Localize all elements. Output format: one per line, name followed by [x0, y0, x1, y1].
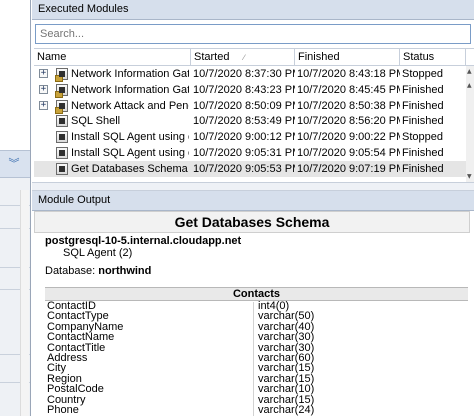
schema-field-row: City varchar(15) — [45, 363, 468, 374]
column-header-label: Status — [403, 51, 435, 63]
scroll-down-icon[interactable]: ▼ — [467, 173, 472, 180]
module-name: Network Attack and Pene... — [71, 99, 189, 112]
database-label: Database: — [45, 265, 96, 277]
module-status: Finished — [402, 99, 444, 112]
module-started: 10/7/2020 8:37:30 PM — [193, 68, 295, 80]
module-started: 10/7/2020 8:50:09 PM — [193, 99, 295, 112]
left-pane-scrollbar[interactable] — [20, 190, 29, 416]
module-started: 10/7/2020 8:43:23 PM — [193, 83, 295, 96]
field-name: PostalCode — [47, 383, 104, 396]
scroll-up-icon[interactable]: ▲ — [467, 68, 472, 75]
module-group-icon — [55, 99, 68, 114]
column-header-name[interactable]: Name — [34, 49, 191, 66]
sort-ascending-icon: ∕ — [243, 53, 245, 62]
module-finished: 10/7/2020 9:05:54 PM — [297, 146, 400, 159]
module-started: 10/7/2020 9:05:31 PM — [193, 146, 295, 159]
field-name: Phone — [47, 403, 79, 416]
module-finished: 10/7/2020 9:00:22 PM — [297, 131, 400, 144]
module-row[interactable]: SQL Shell 10/7/2020 8:53:49 PM 10/7/2020 8… — [34, 113, 474, 129]
agent-name: SQL Agent (2) — [63, 247, 133, 259]
field-type: varchar(10) — [258, 383, 315, 396]
schema-table: Contacts ContactID int4(0) ContactType varc… — [45, 287, 468, 416]
column-header-label: Finished — [298, 51, 340, 63]
executed-modules-title: Executed Modules — [38, 3, 129, 15]
left-pane-content — [0, 0, 30, 150]
module-finished: 10/7/2020 8:43:18 PM — [297, 68, 400, 80]
module-status: Finished — [402, 146, 444, 159]
module-output-panel: Get Databases Schema postgresql-10-5.int… — [32, 211, 474, 416]
schema-field-row: ContactName varchar(30) — [45, 331, 468, 342]
left-pane: ︾ — [0, 0, 31, 416]
host-name: postgresql-10-5.internal.cloudapp.net — [45, 235, 242, 247]
plus-expander-icon[interactable]: + — [39, 69, 48, 78]
column-header-status[interactable]: Status — [400, 49, 466, 66]
search-input[interactable] — [35, 24, 471, 44]
double-chevron-down-icon[interactable]: ︾ — [6, 157, 22, 171]
modules-grid: Name Started ∕ Finished Status + Network I… — [34, 48, 474, 182]
schema-field-row: PostalCode varchar(10) — [45, 383, 468, 396]
module-finished: 10/7/2020 8:56:20 PM — [297, 115, 400, 128]
report-title: Get Databases Schema — [34, 211, 470, 233]
module-icon — [56, 162, 68, 175]
module-icon — [56, 115, 68, 128]
plus-expander-icon[interactable]: + — [39, 100, 48, 110]
main-area: Executed Modules Name Started ∕ Finished … — [32, 0, 474, 416]
module-started: 10/7/2020 8:53:49 PM — [193, 115, 295, 128]
module-icon — [56, 146, 68, 159]
grid-header: Name Started ∕ Finished Status — [34, 49, 474, 66]
pane-splitter[interactable] — [32, 182, 474, 191]
module-group-icon — [55, 68, 68, 82]
module-row[interactable]: + Network Information Gat... 10/7/2020 8:4… — [34, 82, 474, 98]
field-type: varchar(24) — [258, 403, 315, 416]
scroll-up-icon[interactable]: ▲ — [467, 82, 472, 89]
module-finished: 10/7/2020 8:45:45 PM — [297, 83, 400, 96]
schema-field-row: Country varchar(15) — [45, 394, 468, 405]
module-row[interactable]: + Network Attack and Pene... 10/7/2020 8:5… — [34, 98, 474, 114]
module-icon — [56, 131, 68, 144]
module-status: Stopped — [402, 131, 443, 144]
module-name: SQL Shell — [71, 115, 121, 128]
database-name: northwind — [98, 265, 152, 277]
schema-field-row: ContactTitle varchar(30) — [45, 342, 468, 353]
module-status: Stopped — [402, 68, 443, 80]
schema-table-rows: ContactID int4(0) ContactType varchar(50) Co… — [45, 300, 468, 416]
grid-body: + Network Information Gat... 10/7/2020 8:3… — [34, 66, 474, 177]
schema-field-row: Region varchar(15) — [45, 373, 468, 384]
schema-field-row: Phone varchar(24) — [45, 403, 468, 416]
executed-modules-header: Executed Modules — [32, 0, 474, 20]
module-output-header: Module Output — [32, 191, 474, 211]
module-name: Install SQL Agent using cr... — [71, 146, 189, 159]
search-bar — [32, 20, 474, 48]
module-output-title: Module Output — [38, 194, 111, 206]
column-header-started[interactable]: Started ∕ — [191, 49, 295, 66]
module-row[interactable]: Install SQL Agent using cr... 10/7/2020 9… — [34, 129, 474, 145]
schema-table-title: Contacts — [45, 288, 468, 301]
module-started: 10/7/2020 9:00:12 PM — [193, 131, 295, 144]
column-header-finished[interactable]: Finished — [295, 49, 400, 66]
module-finished: 10/7/2020 9:07:19 PM — [297, 162, 400, 175]
module-name: Get Databases Schema — [71, 162, 188, 175]
module-status: Finished — [402, 162, 444, 175]
column-header-label: Name — [37, 51, 67, 63]
module-name: Network Information Gat... — [71, 68, 189, 80]
schema-field-row: Address varchar(60) — [45, 352, 468, 363]
module-group-icon — [55, 83, 68, 98]
column-header-label: Started — [194, 51, 230, 63]
module-row[interactable]: Install SQL Agent using cr... 10/7/2020 9… — [34, 145, 474, 161]
plus-expander-icon[interactable]: + — [39, 84, 48, 94]
module-status: Finished — [402, 115, 444, 128]
module-started: 10/7/2020 9:05:53 PM — [193, 162, 295, 175]
module-finished: 10/7/2020 8:50:38 PM — [297, 99, 400, 112]
module-name: Install SQL Agent using cr... — [71, 131, 189, 144]
module-status: Finished — [402, 83, 444, 96]
database-line: Database: northwind — [45, 265, 151, 277]
module-name: Network Information Gat... — [71, 83, 189, 96]
module-row[interactable]: Get Databases Schema 10/7/2020 9:05:53 PM… — [34, 160, 474, 177]
grid-vertical-scrollbar[interactable]: ▲ ▲ ▼ — [466, 66, 474, 182]
module-row[interactable]: + Network Information Gat... 10/7/2020 8:3… — [34, 66, 474, 82]
